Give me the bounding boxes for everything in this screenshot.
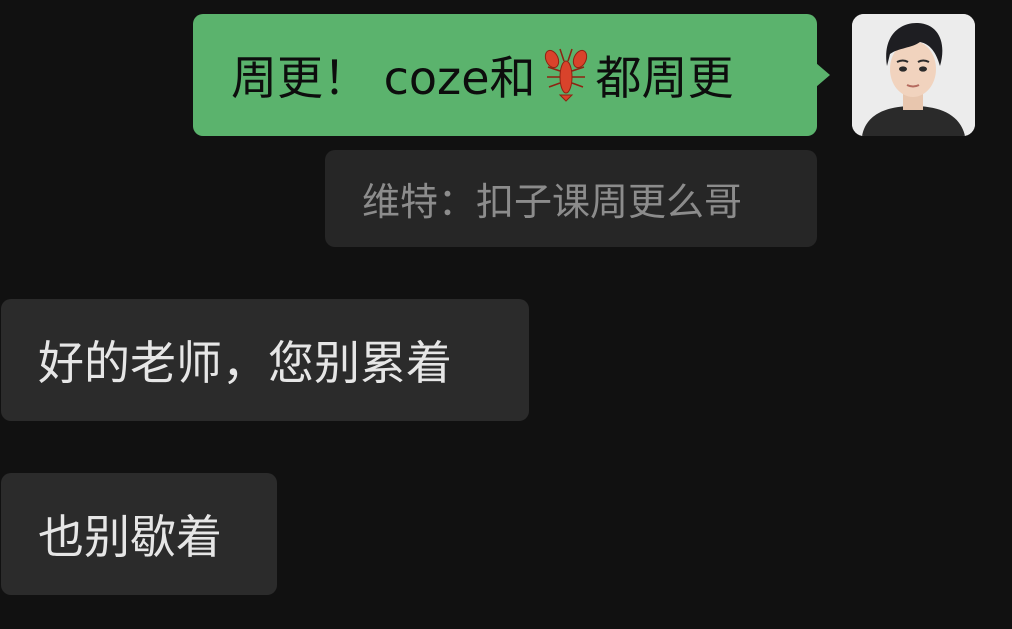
- user-avatar[interactable]: [852, 14, 975, 136]
- incoming-message-text: 也别歇着: [38, 510, 222, 564]
- avatar-portrait-icon: [852, 14, 975, 136]
- outgoing-bubble-tail: [816, 63, 830, 87]
- incoming-message-text: 好的老师，您别累着: [38, 336, 452, 390]
- lobster-icon: [544, 48, 587, 102]
- outgoing-message-text-end: 都周更: [595, 51, 734, 105]
- incoming-message-bubble[interactable]: 也别歇着: [1, 473, 277, 595]
- quoted-message[interactable]: 维特：扣子课周更么哥: [325, 150, 817, 247]
- outgoing-message-bubble[interactable]: 周更！ coze和 都周更: [193, 14, 817, 136]
- incoming-message-bubble[interactable]: 好的老师，您别累着: [1, 299, 529, 421]
- outgoing-message-text-start: 周更！ coze和: [231, 51, 536, 105]
- quoted-message-text: 维特：扣子课周更么哥: [362, 180, 743, 224]
